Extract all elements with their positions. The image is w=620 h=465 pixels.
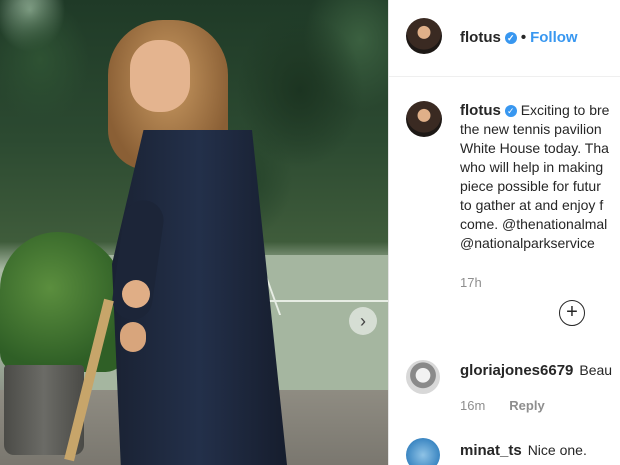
post-photo[interactable]: › [0,0,388,465]
commenter-avatar[interactable] [406,438,440,465]
verified-badge-icon: ✓ [504,105,517,117]
comment-timestamp[interactable]: 16m [460,398,485,413]
caption-line: piece possible for futur [460,178,601,194]
commenter-username[interactable]: gloriajones6679 [460,362,573,379]
caption-line: who will help in making [460,159,604,175]
comment-meta: 16m Reply [460,398,545,413]
username-link[interactable]: flotus [460,29,501,46]
person-hand [120,322,146,352]
caption-line: to gather at and enjoy f [460,197,604,213]
separator-dot: • [520,29,527,46]
post-author: flotus ✓ • Follow [460,29,578,46]
person-hand [122,280,150,308]
next-photo-button[interactable]: › [349,307,377,335]
commenter-username[interactable]: minat_ts [460,442,522,459]
comment-text: Beau [579,362,613,378]
avatar[interactable] [406,18,442,54]
caption-text: Exciting to bre [520,102,610,118]
chevron-right-icon: › [360,311,366,331]
caption-timestamp[interactable]: 17h [460,275,482,290]
post-header: flotus ✓ • Follow [389,0,620,77]
post-details-panel: flotus ✓ • Follow flotus ✓ Exciting to bre t… [388,0,620,465]
person-face [130,40,190,112]
comment: minat_ts Nice one. [460,442,587,459]
verified-badge-icon: ✓ [504,32,517,44]
comment-text: Nice one. [527,442,587,458]
follow-button[interactable]: Follow [530,29,578,46]
caption-avatar[interactable] [406,101,442,137]
load-more-comments-button[interactable]: + [559,300,585,326]
caption-line: the new tennis pavilion [460,121,602,137]
plus-circle-icon: + [566,301,578,323]
caption-line: come. @thenationalmal [460,216,608,232]
reply-button[interactable]: Reply [509,398,544,413]
post-caption: flotus ✓ Exciting to bre the new tennis p… [460,101,620,253]
commenter-avatar[interactable] [406,360,440,394]
caption-username[interactable]: flotus [460,102,501,119]
comment: gloriajones6679 Beau [460,362,612,379]
caption-line: flotus ✓ Exciting to bre [460,101,620,120]
caption-line: White House today. Tha [460,140,609,156]
caption-line: @nationalparkservice [460,235,595,251]
